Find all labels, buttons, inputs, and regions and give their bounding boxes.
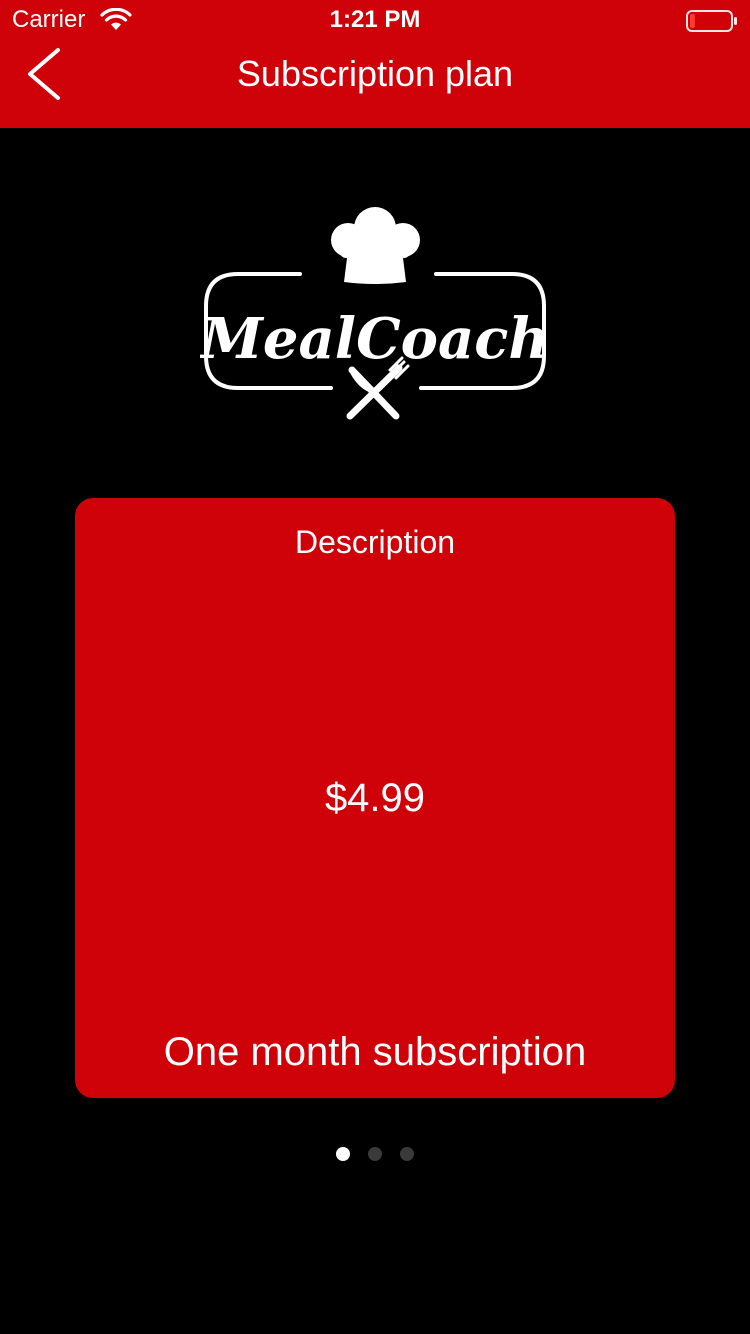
plan-description: Description [294,524,456,560]
page-indicator [0,1147,750,1161]
chef-hat-icon [331,207,420,284]
page-title: Subscription plan [236,53,514,94]
mealcoach-logo: MealCoach [200,207,549,420]
logo-wordmark: MealCoach [200,306,549,372]
subscription-plan-card[interactable]: Description $4.99 One month subscription [75,498,675,1098]
status-time: 1:21 PM [329,6,421,33]
status-bar: Carrier 1:21 PM [0,0,750,40]
navigation-bar: Carrier 1:21 PM Subscription plan [0,0,750,128]
page-dot-2[interactable] [368,1147,382,1161]
page-dot-3[interactable] [400,1147,414,1161]
page-dot-1[interactable] [336,1147,350,1161]
plan-name: One month subscription [163,1030,587,1074]
battery-icon [686,10,737,32]
plan-price: $4.99 [324,776,426,820]
